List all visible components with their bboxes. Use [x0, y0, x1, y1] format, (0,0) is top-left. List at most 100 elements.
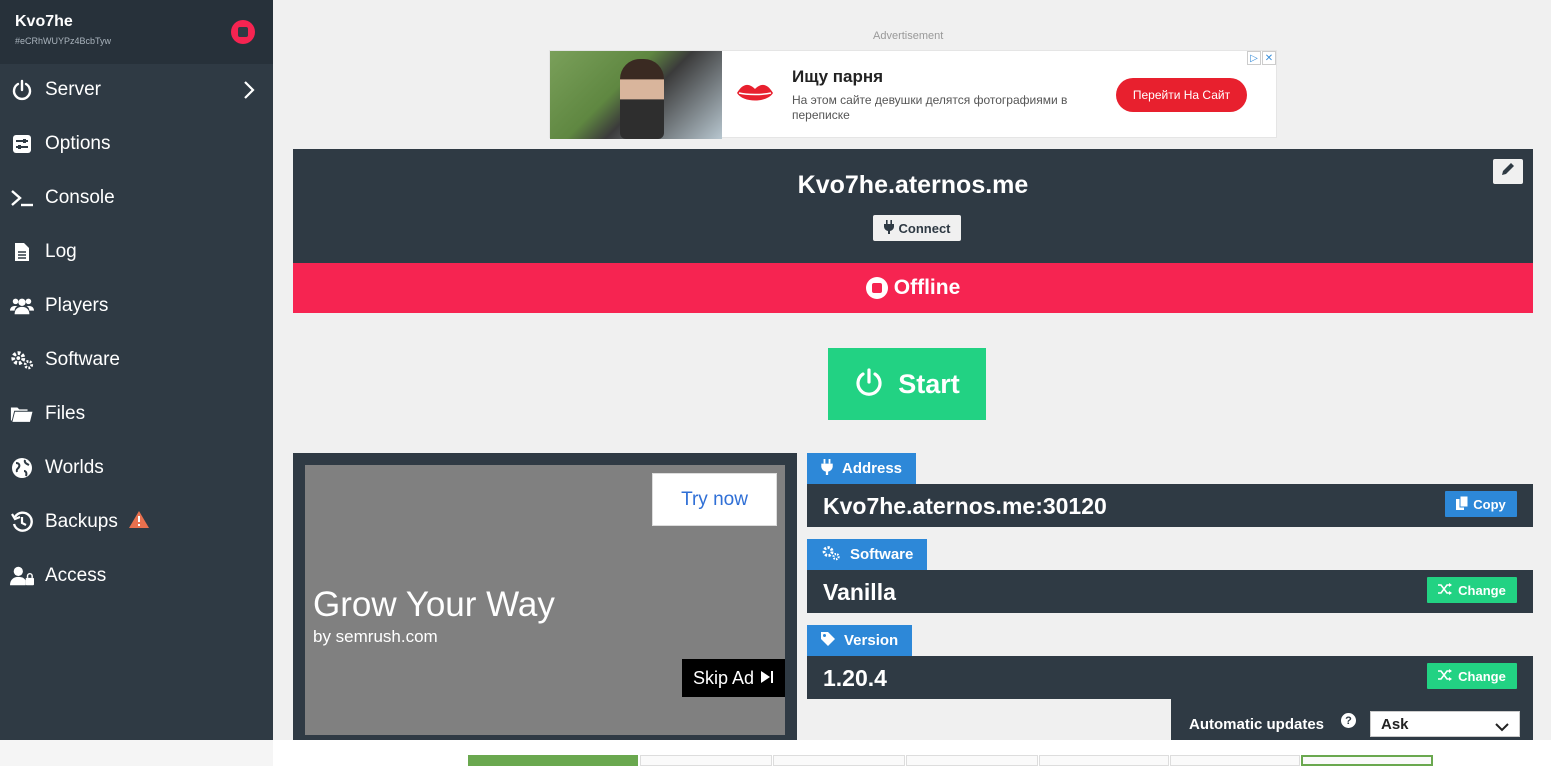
version-tag-label: Version: [844, 632, 899, 649]
power-icon: [10, 78, 34, 102]
status-bar: Offline: [293, 263, 1533, 313]
edit-button[interactable]: [1493, 159, 1523, 184]
version-value: 1.20.4: [823, 665, 887, 691]
skip-icon: [760, 668, 774, 689]
bottom-ad-item[interactable]: [1301, 755, 1433, 766]
stop-icon: [865, 277, 888, 299]
start-button[interactable]: Start: [828, 348, 986, 420]
server-name: Kvo7he: [15, 13, 73, 30]
history-icon: [10, 510, 34, 534]
sidebar-item-server[interactable]: Server: [0, 63, 273, 117]
status-label: Offline: [893, 276, 961, 299]
bottom-ad-item[interactable]: [1039, 755, 1169, 766]
sidebar: Kvo7he #eCRhWUYPz4BcbTyw Server Options …: [0, 0, 273, 740]
chevron-right-icon: [243, 80, 255, 105]
sidebar-item-label: Backups: [45, 511, 118, 532]
sidebar-item-label: Console: [45, 187, 115, 208]
sidebar-item-access[interactable]: Access: [0, 549, 273, 603]
sidebar-item-log[interactable]: Log: [0, 225, 273, 279]
automatic-updates-select[interactable]: Ask: [1370, 711, 1520, 737]
bottom-ad-item[interactable]: [906, 755, 1038, 766]
sidebar-item-options[interactable]: Options: [0, 117, 273, 171]
start-label: Start: [898, 368, 960, 399]
bottom-ad-item[interactable]: [773, 755, 905, 766]
stop-status-icon[interactable]: [231, 20, 255, 44]
server-address-title: Kvo7he.aternos.me: [797, 171, 1029, 199]
user-lock-icon: [10, 564, 34, 588]
copy-icon: [1456, 495, 1469, 513]
version-bar: 1.20.4 Change: [807, 656, 1533, 699]
version-tag: Version: [807, 625, 913, 656]
warning-icon: [128, 510, 150, 534]
gears-icon: [821, 545, 841, 565]
ad-byline: by semrush.com: [313, 627, 438, 646]
video-ad-container: Try now Grow Your Way by semrush.com Ski…: [293, 453, 797, 740]
server-header-panel: Kvo7he.aternos.me Connect: [293, 149, 1533, 263]
ad-headline: Grow Your Way: [313, 585, 555, 624]
sidebar-item-label: Server: [45, 79, 101, 100]
sidebar-item-label: Options: [45, 133, 111, 154]
copy-button[interactable]: Copy: [1445, 491, 1517, 517]
address-bar: Kvo7he.aternos.me:30120 Copy: [807, 484, 1533, 527]
sidebar-item-players[interactable]: Players: [0, 279, 273, 333]
software-bar: Vanilla Change: [807, 570, 1533, 613]
power-icon: [854, 367, 884, 402]
skip-ad-button[interactable]: Skip Ad: [682, 659, 785, 697]
server-id: #eCRhWUYPz4BcbTyw: [15, 36, 112, 46]
automatic-updates-label: Automatic updates: [1189, 716, 1325, 733]
plug-icon: [883, 219, 894, 237]
users-icon: [10, 294, 34, 318]
connect-label: Connect: [898, 220, 951, 236]
sidebar-item-label: Worlds: [45, 457, 104, 478]
sliders-icon: [10, 132, 34, 156]
change-version-button[interactable]: Change: [1427, 663, 1517, 689]
sidebar-item-label: Access: [45, 565, 107, 586]
skip-ad-label: Skip Ad: [692, 667, 755, 688]
advertisement-label: Advertisement: [873, 30, 944, 42]
chevron-down-icon: [1495, 719, 1509, 736]
sidebar-item-software[interactable]: Software: [0, 333, 273, 387]
software-tag: Software: [807, 539, 928, 570]
video-ad[interactable]: Try now Grow Your Way by semrush.com Ski…: [305, 465, 785, 735]
copy-label: Copy: [1473, 496, 1506, 512]
sidebar-item-console[interactable]: Console: [0, 171, 273, 225]
plug-icon: [821, 458, 833, 479]
tag-icon: [821, 631, 835, 650]
close-icon[interactable]: ✕: [1262, 51, 1276, 65]
globe-icon: [10, 456, 34, 480]
bottom-ad-item[interactable]: [468, 755, 638, 766]
software-value: Vanilla: [823, 579, 896, 605]
address-tag: Address: [807, 453, 917, 484]
top-banner-ad[interactable]: Ищу парня На этом сайте девушки делятся …: [549, 50, 1277, 139]
bottom-ad-item[interactable]: [1170, 755, 1300, 766]
sidebar-item-backups[interactable]: Backups: [0, 495, 273, 549]
select-value: Ask: [1381, 715, 1409, 733]
sidebar-item-label: Files: [45, 403, 86, 424]
sidebar-item-label: Log: [45, 241, 77, 262]
adchoices-icon[interactable]: ▷: [1247, 51, 1261, 65]
connect-button[interactable]: Connect: [873, 215, 961, 241]
bottom-ad-item[interactable]: [640, 755, 772, 766]
pencil-icon: [1501, 162, 1515, 181]
gears-icon: [10, 348, 34, 372]
file-icon: [10, 240, 34, 264]
help-icon[interactable]: ?: [1341, 713, 1356, 728]
sidebar-item-label: Players: [45, 295, 109, 316]
terminal-icon: [10, 186, 34, 210]
sidebar-item-label: Software: [45, 349, 120, 370]
ad-cta-button[interactable]: Перейти На Сайт: [1116, 78, 1247, 112]
shuffle-icon: [1438, 668, 1453, 684]
sidebar-item-worlds[interactable]: Worlds: [0, 441, 273, 495]
change-label: Change: [1458, 668, 1506, 684]
folder-icon: [10, 402, 34, 426]
server-header: Kvo7he #eCRhWUYPz4BcbTyw: [0, 0, 273, 64]
ad-heading: Ищу парня: [792, 67, 884, 86]
lips-icon: [737, 84, 773, 101]
address-value: Kvo7he.aternos.me:30120: [823, 493, 1107, 519]
sidebar-item-files[interactable]: Files: [0, 387, 273, 441]
change-software-button[interactable]: Change: [1427, 577, 1517, 603]
software-tag-label: Software: [850, 546, 914, 563]
shuffle-icon: [1438, 582, 1453, 598]
try-now-button[interactable]: Try now: [652, 473, 777, 526]
ad-photo: [550, 51, 722, 139]
